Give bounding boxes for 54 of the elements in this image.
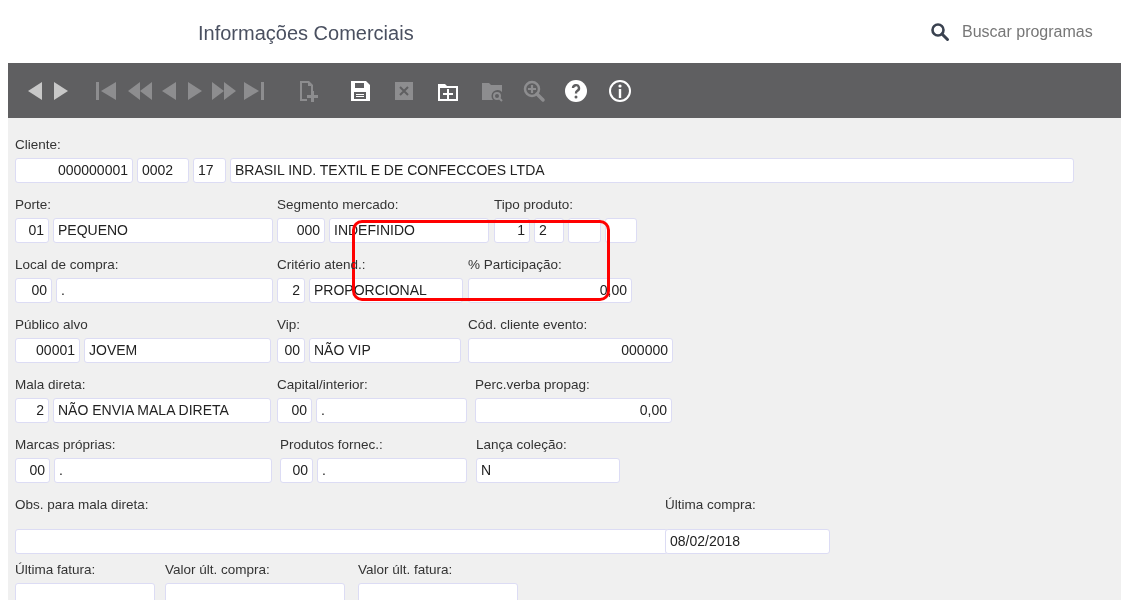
input-field[interactable] — [15, 529, 668, 554]
input-field[interactable] — [605, 218, 637, 243]
search-field[interactable]: Buscar programas — [930, 20, 1121, 44]
field-label: Cód. cliente evento: — [468, 316, 588, 334]
field-label: Segmento mercado: — [277, 196, 399, 214]
input-field[interactable]: N — [476, 458, 620, 483]
help-icon[interactable] — [564, 78, 588, 103]
field-label: Última compra: — [665, 496, 756, 514]
field-label: Público alvo — [15, 316, 88, 334]
save-icon[interactable] — [348, 78, 372, 103]
page-title: Informações Comerciais — [198, 21, 414, 46]
field-label: Vip: — [277, 316, 301, 334]
field-label: Perc.verba propag: — [475, 376, 590, 394]
field-label: Obs. para mala direta: — [15, 496, 149, 514]
field-label: Capital/interior: — [277, 376, 368, 394]
field-label: Cliente: — [15, 136, 61, 154]
field-label: Local de compra: — [15, 256, 119, 274]
field-label: Tipo produto: — [494, 196, 574, 214]
input-field[interactable]: NÃO VIP — [309, 338, 461, 363]
field-label: Mala direta: — [15, 376, 86, 394]
input-field[interactable]: 01 — [15, 218, 49, 243]
input-field[interactable]: . — [317, 458, 467, 483]
input-field[interactable]: 00 — [280, 458, 313, 483]
input-field[interactable]: . — [316, 398, 467, 423]
input-field[interactable]: 000000001 — [15, 158, 133, 183]
input-field[interactable]: BRASIL IND. TEXTIL E DE CONFECCOES LTDA — [230, 158, 1074, 183]
field-label: Lança coleção: — [476, 436, 567, 454]
input-field[interactable]: 2 — [277, 278, 305, 303]
input-field[interactable]: 17 — [193, 158, 226, 183]
search-icon — [930, 22, 950, 42]
input-field[interactable]: NÃO ENVIA MALA DIRETA — [53, 398, 271, 423]
input-field[interactable]: 000 — [277, 218, 325, 243]
field-label: Porte: — [15, 196, 52, 214]
field-label: % Participação: — [468, 256, 562, 274]
input-field[interactable]: . — [56, 278, 273, 303]
input-field[interactable]: 0002 — [137, 158, 189, 183]
field-label: Última fatura: — [15, 561, 96, 579]
input-field[interactable]: . — [54, 458, 272, 483]
field-label: Valor últ. compra: — [165, 561, 270, 579]
input-field[interactable]: JOVEM — [84, 338, 271, 363]
input-field[interactable]: 000000 — [468, 338, 673, 363]
field-label: Marcas próprias: — [15, 436, 116, 454]
info-icon[interactable] — [608, 78, 632, 103]
input-field[interactable]: 00 — [277, 398, 312, 423]
input-field[interactable]: PEQUENO — [53, 218, 273, 243]
input-field[interactable]: 00001 — [15, 338, 80, 363]
input-field[interactable]: 00 — [15, 458, 50, 483]
input-field[interactable]: 0,00 — [475, 398, 672, 423]
field-label: Produtos fornec.: — [280, 436, 383, 454]
input-field[interactable]: 00 — [277, 338, 305, 363]
field-label: Valor últ. fatura: — [358, 561, 453, 579]
input-field[interactable]: 2 — [15, 398, 49, 423]
input-field[interactable]: 08/02/2018 — [665, 529, 830, 554]
input-field[interactable]: 00 — [15, 278, 52, 303]
